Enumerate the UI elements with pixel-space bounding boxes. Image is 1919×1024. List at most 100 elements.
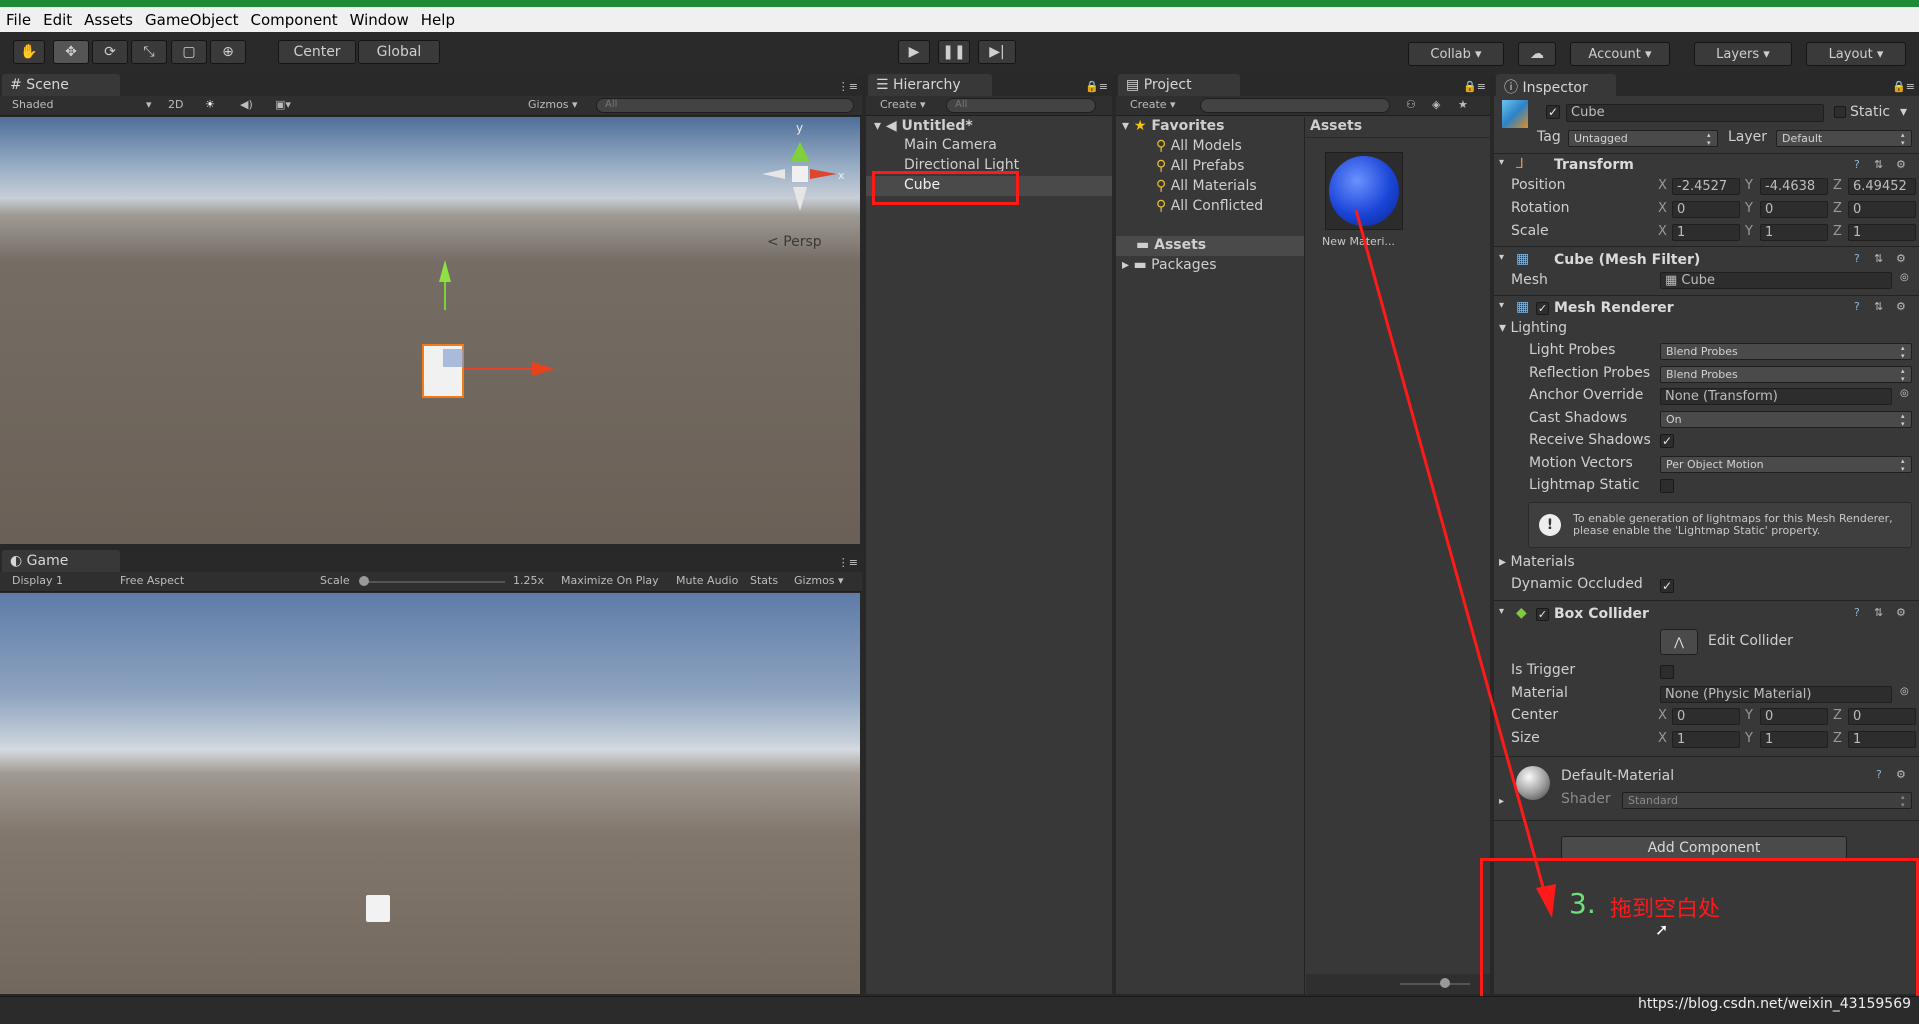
- display-dropdown[interactable]: Display 1: [12, 574, 63, 587]
- motion-vectors-dropdown[interactable]: Per Object Motion: [1660, 456, 1912, 473]
- center-x-input[interactable]: 0: [1672, 708, 1740, 725]
- tab-hierarchy[interactable]: ☰ Hierarchy: [868, 74, 992, 96]
- object-picker-icon[interactable]: ◎: [1900, 388, 1909, 408]
- hierarchy-search-input[interactable]: All: [946, 98, 1096, 113]
- lighting-toggle-icon[interactable]: ☀: [205, 98, 215, 111]
- menu-component[interactable]: Component: [245, 11, 344, 29]
- effects-toggle-icon[interactable]: ▣▾: [275, 98, 291, 111]
- menu-assets[interactable]: Assets: [78, 11, 139, 29]
- favorite-star-icon[interactable]: ★: [1458, 98, 1468, 111]
- layout-dropdown[interactable]: Layout ▾: [1806, 42, 1906, 66]
- mesh-renderer-foldout-icon[interactable]: ▾: [1499, 300, 1504, 320]
- pause-button[interactable]: ❚❚: [938, 40, 970, 64]
- component-settings-gear-icon[interactable]: ⚙: [1896, 252, 1906, 265]
- scale-z-input[interactable]: 1: [1848, 224, 1916, 241]
- menu-window[interactable]: Window: [344, 11, 415, 29]
- component-preset-icon[interactable]: ⇅: [1874, 300, 1883, 313]
- rotation-z-input[interactable]: 0: [1848, 201, 1916, 218]
- filter-type-icon[interactable]: ⚇: [1406, 98, 1416, 111]
- account-dropdown[interactable]: Account ▾: [1570, 42, 1670, 66]
- folder-assets[interactable]: ▬ Assets: [1136, 237, 1206, 253]
- menu-file[interactable]: File: [0, 11, 37, 29]
- fav-all-materials[interactable]: ⚲ All Materials: [1156, 178, 1257, 194]
- maximize-on-play-toggle[interactable]: Maximize On Play: [561, 574, 659, 587]
- scale-slider-thumb[interactable]: [359, 576, 369, 586]
- scale-slider[interactable]: [360, 581, 505, 583]
- scene-root-item[interactable]: ▾ ◀ Untitled*: [874, 118, 973, 134]
- object-picker-icon[interactable]: ◎: [1900, 272, 1909, 292]
- tab-project[interactable]: ▤ Project: [1118, 74, 1240, 96]
- hand-tool-icon[interactable]: ✋: [13, 40, 45, 64]
- scene-search-input[interactable]: All: [596, 98, 854, 113]
- object-picker-icon[interactable]: ◎: [1900, 686, 1909, 706]
- transform-foldout-icon[interactable]: ▾: [1499, 157, 1504, 177]
- tab-inspector[interactable]: ⓘ Inspector: [1496, 74, 1616, 96]
- play-button[interactable]: ▶: [898, 40, 930, 64]
- shader-dropdown[interactable]: Standard: [1622, 792, 1912, 809]
- static-dropdown-icon[interactable]: ▾: [1900, 104, 1907, 124]
- scale-tool-icon[interactable]: ⤡: [131, 40, 167, 64]
- material-foldout-icon[interactable]: ▸: [1499, 796, 1504, 816]
- active-checkbox[interactable]: ✓: [1546, 105, 1560, 119]
- lighting-foldout[interactable]: ▾ Lighting: [1499, 320, 1567, 340]
- receive-shadows-checkbox[interactable]: ✓: [1660, 434, 1674, 448]
- aspect-dropdown[interactable]: Free Aspect: [120, 574, 184, 587]
- filter-label-icon[interactable]: ◈: [1432, 98, 1440, 111]
- component-settings-gear-icon[interactable]: ⚙: [1896, 606, 1906, 619]
- transform-tool-icon[interactable]: ⊕: [210, 40, 246, 64]
- lightmap-static-checkbox[interactable]: [1660, 479, 1674, 493]
- fav-all-conflicted[interactable]: ⚲ All Conflicted: [1156, 198, 1263, 214]
- anchor-override-field[interactable]: None (Transform): [1660, 388, 1892, 405]
- rotate-tool-icon[interactable]: ⟳: [92, 40, 128, 64]
- light-probes-dropdown[interactable]: Blend Probes: [1660, 343, 1912, 360]
- layer-dropdown[interactable]: Default: [1776, 130, 1912, 147]
- pivot-global-button[interactable]: Global: [358, 40, 440, 64]
- fav-all-models[interactable]: ⚲ All Models: [1156, 138, 1242, 154]
- folder-packages[interactable]: ▸ ▬ Packages: [1122, 257, 1217, 273]
- move-tool-icon[interactable]: ✥: [53, 40, 89, 64]
- pivot-center-button[interactable]: Center: [278, 40, 356, 64]
- gizmos-dropdown[interactable]: Gizmos ▾: [528, 98, 578, 111]
- game-viewport[interactable]: [0, 593, 860, 994]
- hierarchy-item-main-camera[interactable]: Main Camera: [904, 137, 997, 153]
- rect-tool-icon[interactable]: ▢: [171, 40, 207, 64]
- is-trigger-checkbox[interactable]: [1660, 665, 1674, 679]
- collab-dropdown[interactable]: Collab ▾: [1408, 42, 1504, 66]
- center-z-input[interactable]: 0: [1848, 708, 1916, 725]
- cast-shadows-dropdown[interactable]: On: [1660, 411, 1912, 428]
- hierarchy-create-dropdown[interactable]: Create ▾: [880, 98, 926, 111]
- game-gizmos-dropdown[interactable]: Gizmos ▾: [794, 574, 844, 587]
- y-axis-handle-icon[interactable]: [439, 260, 451, 282]
- box-collider-enabled-checkbox[interactable]: ✓: [1536, 608, 1549, 621]
- object-name-input[interactable]: Cube: [1566, 104, 1824, 122]
- material-settings-gear-icon[interactable]: ⚙: [1896, 768, 1906, 781]
- tab-scene[interactable]: # Scene: [2, 74, 120, 96]
- static-checkbox[interactable]: [1834, 106, 1846, 118]
- stats-toggle[interactable]: Stats: [750, 574, 778, 587]
- size-x-input[interactable]: 1: [1672, 731, 1740, 748]
- component-preset-icon[interactable]: ⇅: [1874, 252, 1883, 265]
- rotation-x-input[interactable]: 0: [1672, 201, 1740, 218]
- project-search-input[interactable]: [1200, 98, 1390, 113]
- game-panel-menu-icon[interactable]: ⋮≡: [838, 556, 858, 569]
- position-x-input[interactable]: -2.4527: [1672, 178, 1740, 195]
- component-settings-gear-icon[interactable]: ⚙: [1896, 300, 1906, 313]
- shading-mode-dropdown[interactable]: Shaded: [12, 98, 53, 111]
- position-z-input[interactable]: 6.49452: [1848, 178, 1916, 195]
- project-create-dropdown[interactable]: Create ▾: [1130, 98, 1176, 111]
- favorites-header[interactable]: ▾ ★ Favorites: [1122, 118, 1225, 134]
- edit-collider-button[interactable]: ⋀: [1660, 629, 1698, 655]
- cloud-icon[interactable]: ☁: [1518, 42, 1556, 66]
- mesh-filter-foldout-icon[interactable]: ▾: [1499, 252, 1504, 272]
- component-help-icon[interactable]: ?: [1854, 300, 1860, 313]
- thumbnail-size-slider[interactable]: [1400, 983, 1470, 985]
- size-y-input[interactable]: 1: [1760, 731, 1828, 748]
- x-axis-handle-icon[interactable]: [532, 362, 555, 376]
- component-help-icon[interactable]: ?: [1854, 252, 1860, 265]
- material-help-icon[interactable]: ?: [1876, 768, 1882, 781]
- materials-foldout[interactable]: ▸ Materials: [1499, 554, 1575, 574]
- persp-label[interactable]: < Persp: [767, 234, 822, 250]
- reflection-probes-dropdown[interactable]: Blend Probes: [1660, 366, 1912, 383]
- menu-help[interactable]: Help: [415, 11, 461, 29]
- mute-audio-toggle[interactable]: Mute Audio: [676, 574, 738, 587]
